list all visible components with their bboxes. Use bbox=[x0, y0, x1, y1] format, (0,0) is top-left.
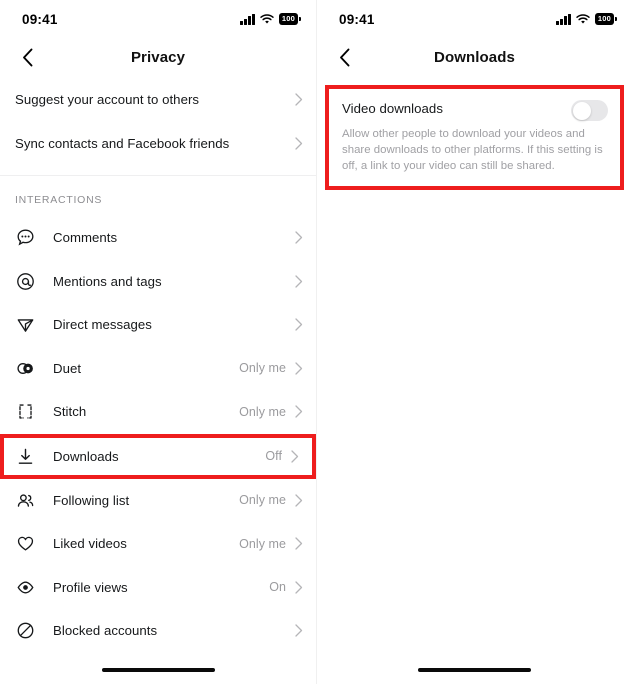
list-item-value: Only me bbox=[239, 493, 286, 508]
video-downloads-section: Video downloads Allow other people to do… bbox=[317, 76, 632, 190]
paper-plane-icon bbox=[14, 314, 36, 336]
cellular-signal-icon bbox=[556, 13, 571, 25]
home-indicator[interactable] bbox=[101, 667, 215, 672]
video-downloads-title: Video downloads bbox=[342, 101, 443, 116]
video-downloads-card: Video downloads Allow other people to do… bbox=[325, 85, 624, 190]
list-item-direct-messages[interactable]: Direct messages bbox=[0, 303, 316, 347]
list-item-value: On bbox=[269, 580, 286, 595]
status-time: 09:41 bbox=[22, 11, 58, 27]
privacy-settings-list: Suggest your account to others Sync cont… bbox=[0, 76, 316, 655]
list-item-label: Sync contacts and Facebook friends bbox=[15, 135, 230, 151]
list-item-label: Stitch bbox=[53, 404, 87, 420]
list-item-profile-views[interactable]: Profile views On bbox=[0, 566, 316, 610]
video-downloads-toggle[interactable] bbox=[571, 100, 608, 121]
comment-bubble-icon bbox=[14, 227, 36, 249]
page-title: Privacy bbox=[130, 48, 186, 66]
list-item-label: Profile views bbox=[53, 579, 128, 595]
status-bar-left: 09:41 100 bbox=[0, 0, 316, 38]
people-icon bbox=[14, 489, 36, 511]
video-downloads-description: Allow other people to download your vide… bbox=[342, 128, 603, 172]
chevron-right-icon bbox=[295, 275, 303, 288]
battery-icon: 100 bbox=[278, 13, 302, 25]
list-item-value: Only me bbox=[239, 404, 286, 419]
chevron-right-icon bbox=[295, 537, 303, 550]
chevron-right-icon bbox=[295, 92, 303, 106]
dual-screenshot-container: 09:41 100 Privacy Suggest your account t… bbox=[0, 0, 632, 684]
at-sign-icon bbox=[14, 270, 36, 292]
download-icon bbox=[14, 445, 36, 467]
status-indicators: 100 bbox=[240, 13, 302, 25]
list-item-value: Only me bbox=[239, 361, 286, 376]
block-circle-icon bbox=[14, 620, 36, 642]
chevron-left-icon bbox=[22, 48, 32, 66]
list-item-label: Mentions and tags bbox=[53, 273, 162, 289]
home-indicator-area-left bbox=[0, 655, 316, 684]
list-item-comments[interactable]: Comments bbox=[0, 216, 316, 260]
list-item-blocked-accounts[interactable]: Blocked accounts bbox=[0, 609, 316, 653]
duet-icon bbox=[14, 357, 36, 379]
heart-icon bbox=[14, 533, 36, 555]
back-button-privacy[interactable] bbox=[13, 43, 41, 71]
home-indicator[interactable] bbox=[418, 667, 531, 672]
video-downloads-row: Video downloads bbox=[342, 99, 608, 121]
chevron-right-icon bbox=[291, 449, 299, 463]
list-item-label: Direct messages bbox=[53, 317, 152, 333]
list-item-duet[interactable]: Duet Only me bbox=[0, 347, 316, 391]
list-item-label: Following list bbox=[53, 492, 130, 508]
chevron-right-icon bbox=[295, 494, 303, 507]
chevron-right-icon bbox=[295, 624, 303, 637]
nav-bar-right: Downloads bbox=[317, 38, 632, 76]
list-item-liked-videos[interactable]: Liked videos Only me bbox=[0, 522, 316, 566]
list-item-label: Comments bbox=[53, 230, 118, 246]
chevron-right-icon bbox=[295, 318, 303, 331]
privacy-screen: 09:41 100 Privacy Suggest your account t… bbox=[0, 0, 316, 684]
downloads-screen: 09:41 100 Downloads Video downloads Allo… bbox=[316, 0, 632, 684]
chevron-right-icon bbox=[295, 405, 303, 418]
chevron-left-icon bbox=[339, 48, 349, 66]
list-item-following-list[interactable]: Following list Only me bbox=[0, 479, 316, 523]
chevron-right-icon bbox=[295, 581, 303, 594]
status-indicators: 100 bbox=[556, 13, 618, 25]
list-item-label: Downloads bbox=[53, 448, 119, 464]
chevron-right-icon bbox=[295, 136, 303, 150]
list-item-suggest-account[interactable]: Suggest your account to others bbox=[0, 77, 316, 121]
list-item-label: Liked videos bbox=[53, 536, 127, 552]
stitch-icon bbox=[14, 401, 36, 423]
toggle-knob bbox=[572, 101, 591, 120]
status-time: 09:41 bbox=[339, 11, 375, 27]
chevron-right-icon bbox=[295, 231, 303, 244]
list-item-value: Off bbox=[265, 449, 282, 463]
list-item-downloads[interactable]: Downloads Off bbox=[0, 433, 316, 479]
list-item-sync-contacts[interactable]: Sync contacts and Facebook friends bbox=[0, 121, 316, 165]
back-button-downloads[interactable] bbox=[330, 43, 358, 71]
list-item-label: Suggest your account to others bbox=[15, 91, 200, 107]
list-item-value: Only me bbox=[239, 536, 286, 551]
page-title: Downloads bbox=[434, 48, 515, 66]
eye-icon bbox=[14, 576, 36, 598]
wifi-icon bbox=[260, 13, 274, 24]
section-header-interactions: INTERACTIONS bbox=[15, 194, 103, 206]
list-item-mentions-and-tags[interactable]: Mentions and tags bbox=[0, 260, 316, 304]
home-indicator-area-right bbox=[317, 655, 632, 684]
nav-bar-left: Privacy bbox=[0, 38, 316, 76]
downloads-empty-area bbox=[317, 190, 632, 655]
battery-icon: 100 bbox=[594, 13, 618, 25]
list-item-label: Blocked accounts bbox=[53, 623, 158, 639]
list-item-stitch[interactable]: Stitch Only me bbox=[0, 390, 316, 434]
wifi-icon bbox=[576, 13, 590, 24]
list-item-label: Duet bbox=[53, 360, 82, 376]
cellular-signal-icon bbox=[240, 13, 255, 25]
chevron-right-icon bbox=[295, 362, 303, 375]
status-bar-right: 09:41 100 bbox=[317, 0, 632, 38]
